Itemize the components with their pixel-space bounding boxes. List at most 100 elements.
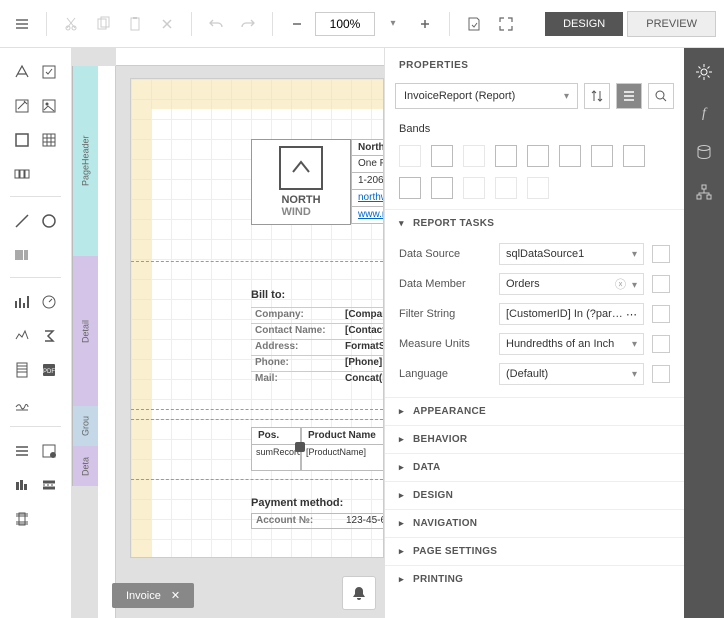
band-pagefooter-icon[interactable]	[399, 177, 421, 199]
band-vert2-icon[interactable]	[527, 177, 549, 199]
band-subband-icon[interactable]	[463, 177, 485, 199]
prop-value-units[interactable]: Hundredths of an Inch▾	[499, 333, 644, 355]
prop-marker-units[interactable]	[652, 335, 670, 353]
validate-icon[interactable]	[460, 10, 488, 38]
td-pos[interactable]: sumRecordNumber	[251, 445, 301, 471]
delete-icon[interactable]	[153, 10, 181, 38]
toc-tool-icon[interactable]	[37, 439, 61, 463]
table-tool-icon[interactable]	[37, 128, 61, 152]
band-detail-label[interactable]: Detail	[72, 256, 98, 406]
object-selector[interactable]: InvoiceReport (Report) ▾	[395, 83, 578, 109]
smart-tag-icon[interactable]	[295, 442, 305, 452]
sparkline-tool-icon[interactable]	[10, 324, 34, 348]
band-reportheader-icon[interactable]	[431, 145, 453, 167]
band-vert-icon[interactable]	[495, 177, 517, 199]
pagebreak-tool-icon[interactable]	[37, 473, 61, 497]
billto-label-address[interactable]: Address:	[251, 340, 341, 355]
section-navigation[interactable]: ▸NAVIGATION	[385, 509, 684, 537]
undo-icon[interactable]	[202, 10, 230, 38]
zoom-input[interactable]	[315, 12, 375, 36]
billto-value-company[interactable]: [CompanyName	[341, 308, 384, 323]
company-phone[interactable]: 1-206-555-1417	[351, 173, 384, 190]
ellipsis-icon[interactable]: ⋯	[626, 308, 637, 321]
th-product[interactable]: Product Name	[301, 427, 384, 445]
cut-icon[interactable]	[57, 10, 85, 38]
table-body[interactable]: sumRecordNumber [ProductName]	[251, 445, 384, 471]
company-email[interactable]: northwind@ma	[351, 190, 384, 207]
barcode-tool-icon[interactable]	[10, 243, 34, 267]
payment-acct-label[interactable]: Account №:	[252, 514, 342, 528]
payment-acct-value[interactable]: 123-45-6789	[342, 514, 384, 528]
prop-marker-datasource[interactable]	[652, 245, 670, 263]
pivot-tool-icon[interactable]	[10, 358, 34, 382]
billto-header[interactable]: Bill to:	[251, 289, 384, 301]
prop-value-datamember[interactable]: Ordersⓧ▾	[499, 273, 644, 295]
line-tool-icon[interactable]	[10, 209, 34, 233]
prop-marker-datamember[interactable]	[652, 275, 670, 293]
band-detail-icon[interactable]	[527, 145, 549, 167]
company-name[interactable]: Northwind Trad	[351, 139, 384, 156]
section-printing[interactable]: ▸PRINTING	[385, 565, 684, 593]
shape-tool-icon[interactable]	[37, 209, 61, 233]
td-product[interactable]: [ProductName]	[301, 445, 384, 471]
band-detailreport-icon[interactable]	[559, 145, 581, 167]
chart-tool-icon[interactable]	[10, 290, 34, 314]
design-canvas[interactable]: PageHeader Detail Grou Deta NORTHWIND No…	[72, 48, 384, 618]
section-pagesettings[interactable]: ▸PAGE SETTINGS	[385, 537, 684, 565]
picture-tool-icon[interactable]	[37, 94, 61, 118]
th-pos[interactable]: Pos.	[251, 427, 301, 445]
charcomb-tool-icon[interactable]	[10, 162, 34, 186]
zoom-dropdown-icon[interactable]: ▾	[379, 10, 407, 38]
pageinfo-tool-icon[interactable]	[10, 473, 34, 497]
band-reportfooter-icon[interactable]	[623, 145, 645, 167]
billto-value-address[interactable]: FormatString('{	[341, 340, 384, 355]
band-bottommargin-icon[interactable]	[431, 177, 453, 199]
billto-section[interactable]: Bill to: Company:[CompanyName Contact Na…	[251, 289, 384, 387]
richtext-tool-icon[interactable]	[10, 94, 34, 118]
billto-label-phone[interactable]: Phone:	[251, 356, 341, 371]
section-report-tasks[interactable]: ▾REPORT TASKS	[385, 209, 684, 237]
preview-mode-button[interactable]: PREVIEW	[627, 11, 716, 37]
sigma-tool-icon[interactable]	[37, 324, 61, 348]
band-topmargin-icon[interactable]	[399, 145, 421, 167]
company-addr[interactable]: One Portals Wa	[351, 156, 384, 173]
billto-label-mail[interactable]: Mail:	[251, 372, 341, 387]
section-behavior[interactable]: ▸BEHAVIOR	[385, 425, 684, 453]
section-data[interactable]: ▸DATA	[385, 453, 684, 481]
pdf-tool-icon[interactable]: PDF	[37, 358, 61, 382]
fieldlist-icon[interactable]	[694, 142, 714, 162]
prop-value-datasource[interactable]: sqlDataSource1▾	[499, 243, 644, 265]
checkbox-tool-icon[interactable]	[37, 60, 61, 84]
billto-value-mail[interactable]: Concat(Lower(R	[341, 372, 384, 387]
band-detail2-label[interactable]: Deta	[72, 446, 98, 486]
menu-icon[interactable]	[8, 10, 36, 38]
billto-label-contact[interactable]: Contact Name:	[251, 324, 341, 339]
logo-box[interactable]: NORTHWIND	[251, 139, 351, 225]
panel-tool-icon[interactable]	[10, 128, 34, 152]
paste-icon[interactable]	[121, 10, 149, 38]
sort-props-icon[interactable]	[584, 83, 610, 109]
band-pageheader-icon[interactable]	[463, 145, 485, 167]
close-icon[interactable]: ✕	[171, 589, 180, 602]
company-web[interactable]: www.northwind	[351, 207, 384, 224]
subreport-tool-icon[interactable]	[10, 439, 34, 463]
expressions-icon[interactable]: f	[694, 102, 714, 122]
prop-value-filter[interactable]: [CustomerID] In (?para…⋯	[499, 303, 644, 325]
categorize-props-icon[interactable]	[616, 83, 642, 109]
band-groupheader-icon[interactable]	[495, 145, 517, 167]
fullscreen-icon[interactable]	[492, 10, 520, 38]
band-pageheader-label[interactable]: PageHeader	[72, 66, 98, 256]
design-mode-button[interactable]: DESIGN	[545, 12, 623, 36]
prop-marker-lang[interactable]	[652, 365, 670, 383]
company-info[interactable]: Northwind Trad One Portals Wa 1-206-555-…	[351, 139, 384, 224]
redo-icon[interactable]	[234, 10, 262, 38]
search-props-icon[interactable]	[648, 83, 674, 109]
zoom-in-icon[interactable]	[411, 10, 439, 38]
reportexplorer-icon[interactable]	[694, 182, 714, 202]
notifications-icon[interactable]	[342, 576, 376, 610]
band-groupfooter-icon[interactable]	[591, 145, 613, 167]
report-surface[interactable]: NORTHWIND Northwind Trad One Portals Wa …	[130, 78, 384, 558]
copy-icon[interactable]	[89, 10, 117, 38]
billto-value-phone[interactable]: [Phone]	[341, 356, 384, 371]
signature-tool-icon[interactable]	[10, 392, 34, 416]
